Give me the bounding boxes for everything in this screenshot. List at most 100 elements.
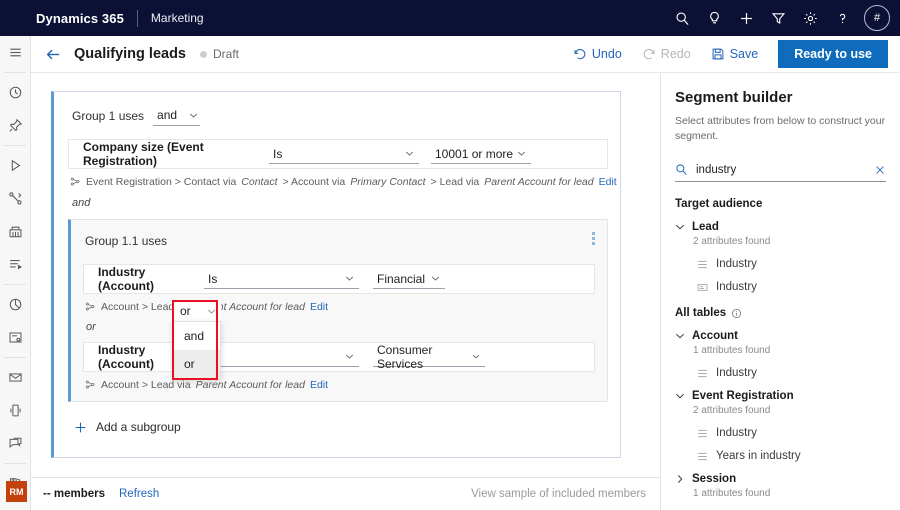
relationship-path: Event Registration > Contact via Contact… bbox=[54, 169, 620, 188]
filter-icon[interactable] bbox=[762, 0, 794, 36]
back-arrow-icon[interactable] bbox=[45, 46, 62, 63]
condition-operator-dropdown[interactable]: Is bbox=[204, 270, 359, 289]
lightbulb-icon[interactable] bbox=[698, 0, 730, 36]
edit-path-link[interactable]: Edit bbox=[310, 301, 328, 313]
panel-title: Segment builder bbox=[675, 89, 886, 106]
condition-operator-dropdown[interactable]: Is bbox=[269, 145, 419, 164]
mobile-icon[interactable] bbox=[0, 394, 31, 427]
help-icon[interactable] bbox=[826, 0, 858, 36]
table-attribute-count: 1 attributes found bbox=[693, 488, 886, 499]
email-icon[interactable] bbox=[0, 361, 31, 394]
relationship-icon bbox=[85, 302, 96, 313]
view-sample-link[interactable]: View sample of included members bbox=[471, 488, 646, 500]
condition-value: Financial bbox=[377, 272, 425, 286]
path-text-1: Parent Account for lead bbox=[196, 379, 305, 391]
table-name: Account bbox=[692, 330, 738, 342]
chevron-down-icon bbox=[472, 352, 480, 361]
info-icon[interactable] bbox=[731, 308, 742, 319]
plus-icon bbox=[74, 421, 87, 434]
path-text-0: Account > Lead via bbox=[101, 379, 191, 391]
recent-icon[interactable] bbox=[0, 76, 31, 109]
user-avatar-rail[interactable]: RM bbox=[6, 481, 27, 502]
save-button[interactable]: Save bbox=[701, 43, 769, 65]
path-text-5: Parent Account for lead bbox=[484, 176, 593, 188]
more-options-icon[interactable] bbox=[592, 232, 595, 245]
condition-value-dropdown[interactable]: Financial bbox=[373, 270, 445, 289]
condition-attribute: Company size (Event Registration) bbox=[83, 140, 269, 168]
table-group-lead[interactable]: Lead bbox=[675, 221, 886, 233]
segment-builder-panel: Segment builder Select attributes from b… bbox=[660, 73, 900, 510]
refresh-link[interactable]: Refresh bbox=[119, 488, 159, 500]
edit-path-link[interactable]: Edit bbox=[310, 379, 328, 391]
group-operator-dropdown[interactable]: and bbox=[153, 106, 200, 126]
attribute-name: Industry bbox=[716, 427, 757, 439]
form-icon[interactable] bbox=[0, 248, 31, 281]
table-group-event-registration[interactable]: Event Registration bbox=[675, 390, 886, 402]
attribute-search[interactable]: industry bbox=[675, 158, 886, 182]
event-icon[interactable] bbox=[0, 215, 31, 248]
members-bar: -- members Refresh View sample of includ… bbox=[31, 477, 660, 510]
subgroup-header: Group 1.1 uses or bbox=[71, 220, 607, 251]
avatar-initial: # bbox=[874, 12, 880, 24]
text-icon bbox=[697, 282, 708, 293]
rail-divider bbox=[4, 284, 26, 285]
subgroup-operator-selected[interactable]: or bbox=[173, 301, 221, 321]
subgroup-operator-dropdown[interactable]: or and or bbox=[173, 301, 221, 379]
condition-operator-value: Is bbox=[273, 147, 282, 161]
group-header: Group 1 uses and bbox=[54, 92, 620, 126]
brand-divider bbox=[137, 10, 138, 27]
undo-button[interactable]: Undo bbox=[563, 43, 632, 65]
condition-operator-dropdown[interactable]: Is bbox=[204, 348, 359, 367]
left-nav-rail: RM bbox=[0, 36, 31, 510]
add-subgroup-button[interactable]: Add a subgroup bbox=[54, 402, 620, 434]
table-group-account[interactable]: Account bbox=[675, 330, 886, 342]
path-text-4: > Lead via bbox=[431, 176, 480, 188]
chevron-down-icon bbox=[405, 149, 414, 158]
subgroup-connector-label: or bbox=[71, 313, 607, 333]
undo-icon bbox=[573, 47, 587, 61]
table-attribute-count: 2 attributes found bbox=[693, 405, 886, 416]
user-avatar-initials: RM bbox=[10, 487, 24, 497]
operator-option-and[interactable]: and bbox=[174, 322, 220, 350]
condition-value-dropdown[interactable]: Consumer Services bbox=[373, 348, 485, 367]
attribute-item[interactable]: Years in industry bbox=[697, 450, 886, 462]
operator-option-or[interactable]: or bbox=[174, 350, 220, 378]
play-icon[interactable] bbox=[0, 149, 31, 182]
edit-path-link[interactable]: Edit bbox=[599, 176, 617, 188]
chevron-down-icon bbox=[345, 274, 354, 283]
attribute-item[interactable]: Industry bbox=[697, 258, 886, 270]
path-text-3: Primary Contact bbox=[350, 176, 425, 188]
pinned-icon[interactable] bbox=[0, 109, 31, 142]
chevron-down-icon bbox=[345, 352, 354, 361]
gear-icon[interactable] bbox=[794, 0, 826, 36]
path-text-2: > Account via bbox=[282, 176, 345, 188]
attribute-item[interactable]: Industry bbox=[697, 281, 886, 293]
page-title: Qualifying leads bbox=[74, 46, 186, 62]
group-operator-value: and bbox=[157, 108, 177, 122]
path-text-0: Event Registration > Contact via bbox=[86, 176, 236, 188]
search-input[interactable]: industry bbox=[696, 164, 874, 176]
subgroup-card: Group 1.1 uses or Industry (Account) Is … bbox=[68, 219, 608, 402]
redo-button[interactable]: Redo bbox=[632, 43, 701, 65]
journey-icon[interactable] bbox=[0, 182, 31, 215]
attribute-item[interactable]: Industry bbox=[697, 367, 886, 379]
hamburger-icon[interactable] bbox=[0, 36, 31, 69]
avatar[interactable]: # bbox=[864, 5, 890, 31]
chevron-right-icon bbox=[675, 474, 685, 484]
condition-value-dropdown[interactable]: 10001 or more bbox=[431, 145, 531, 164]
undo-label: Undo bbox=[592, 47, 622, 61]
search-icon[interactable] bbox=[666, 0, 698, 36]
analytics-icon[interactable] bbox=[0, 288, 31, 321]
redo-icon bbox=[642, 47, 656, 61]
rail-divider bbox=[4, 463, 26, 464]
target-audience-header: Target audience bbox=[675, 198, 886, 210]
subgroup-operator-value: or bbox=[180, 304, 191, 318]
clear-search-icon[interactable] bbox=[874, 164, 886, 176]
attribute-item[interactable]: Industry bbox=[697, 427, 886, 439]
plus-icon[interactable] bbox=[730, 0, 762, 36]
ready-to-use-button[interactable]: Ready to use bbox=[778, 40, 888, 68]
page-icon[interactable] bbox=[0, 321, 31, 354]
rail-divider bbox=[4, 72, 26, 73]
table-group-session[interactable]: Session bbox=[675, 473, 886, 485]
chat-icon[interactable] bbox=[0, 427, 31, 460]
